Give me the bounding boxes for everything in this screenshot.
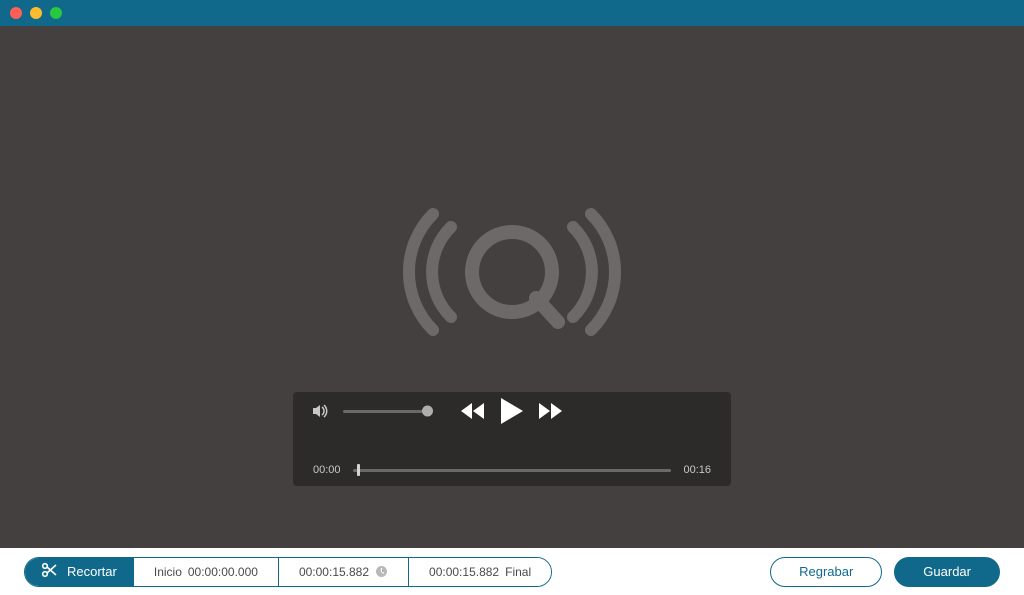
current-time-label: 00:00 — [313, 464, 341, 476]
trim-start-label: Inicio — [154, 565, 182, 579]
play-button[interactable] — [499, 397, 525, 425]
trim-button-label: Recortar — [67, 564, 117, 579]
trim-end-segment[interactable]: 00:00:15.882 Final — [408, 558, 551, 586]
save-button[interactable]: Guardar — [894, 557, 1000, 587]
window-close-button[interactable] — [10, 7, 22, 19]
scissors-icon — [41, 562, 57, 581]
trim-control-group: Recortar Inicio 00:00:00.000 00:00:15.88… — [24, 557, 552, 587]
rerecord-button[interactable]: Regrabar — [770, 557, 882, 587]
clock-icon — [375, 565, 388, 578]
rerecord-button-label: Regrabar — [799, 564, 853, 579]
trim-end-label: Final — [505, 565, 531, 579]
app-logo-icon — [392, 192, 632, 352]
trim-start-time: 00:00:00.000 — [188, 565, 258, 579]
trim-start-segment[interactable]: Inicio 00:00:00.000 — [133, 558, 278, 586]
seek-slider-knob[interactable] — [357, 464, 360, 476]
player-controls-panel: 00:00 00:16 — [293, 392, 731, 486]
rewind-button[interactable] — [461, 402, 487, 420]
video-preview-area: 00:00 00:16 — [0, 26, 1024, 548]
trim-current-segment[interactable]: 00:00:15.882 — [278, 558, 408, 586]
window-maximize-button[interactable] — [50, 7, 62, 19]
trim-end-time: 00:00:15.882 — [429, 565, 499, 579]
titlebar — [0, 0, 1024, 26]
volume-icon[interactable] — [313, 404, 329, 418]
seek-slider[interactable] — [353, 469, 672, 472]
volume-slider-knob[interactable] — [422, 406, 433, 417]
trim-current-time: 00:00:15.882 — [299, 565, 369, 579]
volume-slider[interactable] — [343, 410, 429, 413]
bottom-toolbar: Recortar Inicio 00:00:00.000 00:00:15.88… — [0, 548, 1024, 595]
save-button-label: Guardar — [923, 564, 971, 579]
window-minimize-button[interactable] — [30, 7, 42, 19]
trim-button[interactable]: Recortar — [25, 558, 133, 586]
total-time-label: 00:16 — [683, 464, 711, 476]
fast-forward-button[interactable] — [537, 402, 563, 420]
